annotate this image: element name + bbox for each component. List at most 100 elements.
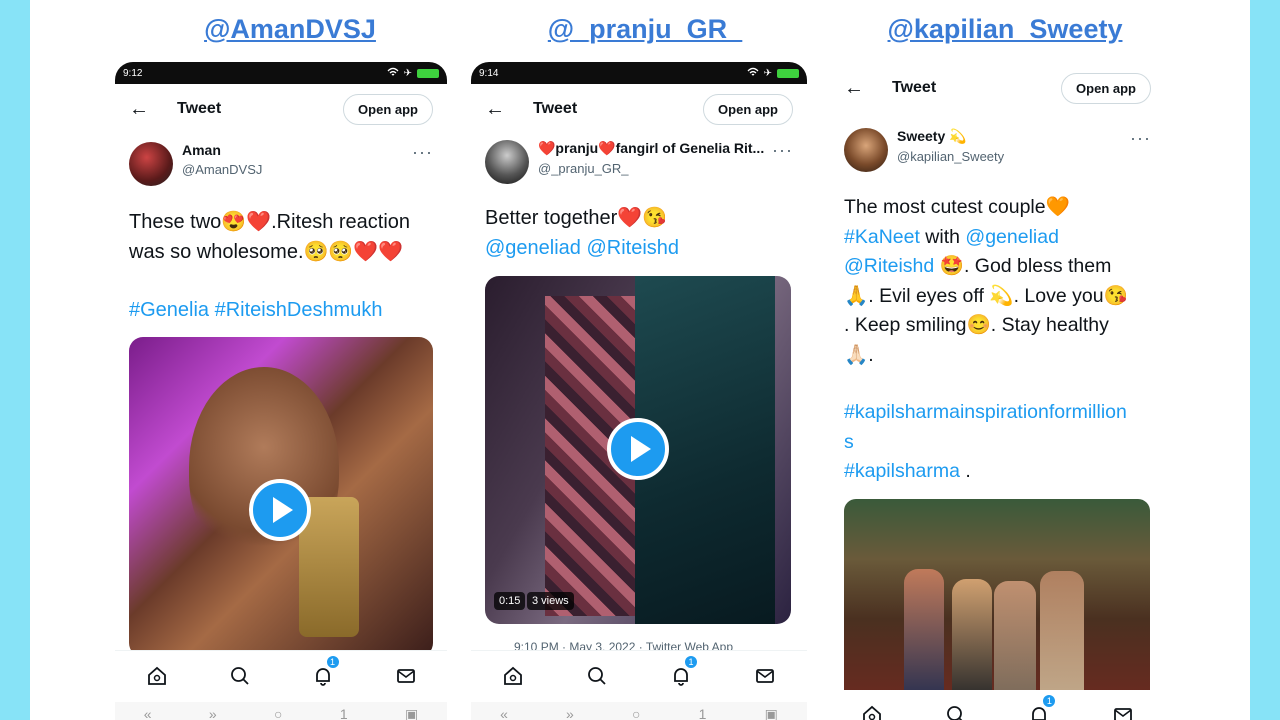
tweet-text-line: The most cutest couple🧡 bbox=[844, 196, 1070, 218]
tab-count[interactable]: 1 bbox=[699, 706, 707, 720]
play-icon[interactable] bbox=[249, 479, 311, 541]
tweet-text-line: 🙏. Evil eyes off 💫. Love you😘 bbox=[844, 284, 1128, 307]
status-icons: ✈ bbox=[747, 67, 799, 80]
column-header-aman: @AmanDVSJ bbox=[204, 14, 376, 44]
photo-person bbox=[1040, 571, 1084, 699]
wifi-icon bbox=[747, 67, 759, 80]
bell-icon[interactable]: 1 bbox=[666, 654, 698, 691]
profile-thumb-icon[interactable]: ▣ bbox=[765, 706, 778, 720]
collage-canvas: @AmanDVSJ @_pranju_GR_ @kapilian_Sweety … bbox=[30, 0, 1250, 720]
notification-badge: 1 bbox=[1042, 694, 1057, 708]
photo-person bbox=[952, 579, 992, 699]
tweet-text-line: Better together❤️😘 bbox=[485, 207, 668, 229]
video-thumbnail[interactable] bbox=[129, 337, 433, 657]
back-arrow-icon[interactable]: ← bbox=[129, 98, 163, 121]
status-bar: 9:12 ✈ bbox=[115, 62, 447, 84]
tweet-topbar: ← Tweet Open app bbox=[471, 85, 807, 133]
forward-icon[interactable]: » bbox=[566, 706, 574, 720]
forward-icon[interactable]: » bbox=[209, 706, 217, 720]
author-name[interactable]: Aman bbox=[182, 142, 412, 158]
hashtags[interactable]: #Genelia #RiteishDeshmukh bbox=[129, 295, 433, 325]
mention-geneliad[interactable]: @geneliad bbox=[965, 226, 1059, 248]
hashtag-kaneet[interactable]: #KaNeet bbox=[844, 226, 920, 248]
tweet-topbar: ← Tweet Open app bbox=[830, 64, 1165, 112]
tweet-text: The most cutest couple🧡 #KaNeet with @ge… bbox=[844, 193, 1151, 487]
photo-person bbox=[904, 569, 944, 699]
refresh-icon[interactable]: ○ bbox=[632, 706, 640, 720]
mention-riteishd[interactable]: @Riteishd bbox=[844, 255, 934, 277]
tweet-topbar: ← Tweet Open app bbox=[115, 85, 447, 133]
column-header-sweety: @kapilian_Sweety bbox=[887, 14, 1123, 44]
home-icon[interactable] bbox=[498, 661, 528, 691]
phone-screen-pranju: 9:14 ✈ ← Tweet Open app ❤️pranju❤️fangir… bbox=[471, 62, 807, 720]
hashtag-kapilsharma[interactable]: #kapilsharma bbox=[844, 460, 960, 482]
more-icon[interactable]: ··· bbox=[772, 140, 793, 184]
column-header-pranju: @_pranju_GR_ bbox=[547, 14, 743, 44]
photo-attachment[interactable] bbox=[844, 499, 1150, 699]
avatar[interactable] bbox=[129, 142, 173, 186]
phone-screen-aman: 9:12 ✈ ← Tweet Open app Aman @AmanDVSJ ·… bbox=[115, 62, 447, 720]
author-handle[interactable]: @_pranju_GR_ bbox=[538, 161, 772, 176]
video-thumbnail[interactable]: 0:15 3 views bbox=[485, 276, 791, 624]
author-handle[interactable]: @kapilian_Sweety bbox=[897, 149, 1130, 164]
hashtag-kapilsharma-inspiration[interactable]: #kapilsharmainspirationformillion bbox=[844, 398, 1151, 428]
avatar[interactable] bbox=[485, 140, 529, 184]
author-handle[interactable]: @AmanDVSJ bbox=[182, 162, 412, 177]
tweet-text: These two😍❤️.Ritesh reaction was so whol… bbox=[129, 207, 433, 325]
bottom-nav: 1 bbox=[115, 650, 447, 700]
hashtag-kapilsharma-inspiration-tail[interactable]: s bbox=[844, 428, 1151, 458]
mentions[interactable]: @geneliad @Riteishd bbox=[485, 233, 793, 263]
open-app-button[interactable]: Open app bbox=[703, 93, 793, 125]
system-nav: « » ○ 1 ▣ bbox=[115, 702, 447, 720]
status-icons: ✈ bbox=[387, 67, 439, 80]
status-bar: 9:14 ✈ bbox=[471, 62, 807, 84]
topbar-title: Tweet bbox=[892, 79, 937, 96]
refresh-icon[interactable]: ○ bbox=[274, 706, 282, 720]
more-icon[interactable]: ··· bbox=[1130, 128, 1151, 172]
mail-icon[interactable] bbox=[1108, 700, 1138, 720]
tweet-text-line: . Keep smiling😊. Stay healthy bbox=[844, 314, 1109, 336]
topbar-title: Tweet bbox=[533, 100, 578, 117]
search-icon[interactable] bbox=[225, 661, 255, 691]
notification-badge: 1 bbox=[684, 654, 698, 669]
home-icon[interactable] bbox=[142, 661, 172, 691]
tweet-author: ❤️pranju❤️fangirl of Genelia Rit... @_pr… bbox=[485, 140, 793, 184]
airplane-icon: ✈ bbox=[763, 67, 772, 79]
author-name[interactable]: Sweety 💫 bbox=[897, 128, 1130, 145]
rewind-icon[interactable]: « bbox=[500, 706, 508, 720]
tweet-text-line: #KaNeet with @geneliad bbox=[844, 223, 1151, 253]
tweet-text-line: @Riteishd 🤩. God bless them bbox=[844, 252, 1151, 282]
status-time: 9:14 bbox=[479, 67, 499, 79]
search-icon[interactable] bbox=[582, 661, 612, 691]
back-arrow-icon[interactable]: ← bbox=[844, 77, 878, 100]
video-duration: 0:15 bbox=[494, 592, 526, 610]
rewind-icon[interactable]: « bbox=[144, 706, 152, 720]
topbar-title: Tweet bbox=[177, 100, 222, 117]
tweet-text-line: was so wholesome.🥺🥺❤️❤️ bbox=[129, 241, 404, 263]
tweet-author: Aman @AmanDVSJ ··· bbox=[129, 142, 433, 186]
bottom-nav: 1 bbox=[471, 650, 807, 700]
profile-thumb-icon[interactable]: ▣ bbox=[405, 706, 418, 720]
search-icon[interactable] bbox=[941, 700, 971, 720]
more-icon[interactable]: ··· bbox=[412, 142, 433, 186]
avatar[interactable] bbox=[844, 128, 888, 172]
author-name[interactable]: ❤️pranju❤️fangirl of Genelia Rit... bbox=[538, 140, 772, 157]
phone-screen-sweety: ← Tweet Open app Sweety 💫 @kapilian_Swee… bbox=[830, 62, 1165, 720]
play-icon[interactable] bbox=[607, 418, 669, 480]
open-app-button[interactable]: Open app bbox=[343, 93, 433, 125]
tab-count[interactable]: 1 bbox=[340, 706, 348, 720]
bottom-nav: 1 bbox=[830, 690, 1165, 720]
system-nav: « » ○ 1 ▣ bbox=[471, 702, 807, 720]
tweet-text: Better together❤️😘 @geneliad @Riteishd bbox=[485, 203, 793, 263]
open-app-button[interactable]: Open app bbox=[1061, 72, 1151, 104]
back-arrow-icon[interactable]: ← bbox=[485, 98, 519, 121]
tweet-author: Sweety 💫 @kapilian_Sweety ··· bbox=[844, 128, 1151, 172]
tweet-text-fragment: with bbox=[919, 225, 966, 248]
wifi-icon bbox=[387, 67, 399, 80]
mail-icon[interactable] bbox=[391, 661, 421, 691]
home-icon[interactable] bbox=[857, 700, 887, 720]
bell-icon[interactable]: 1 bbox=[308, 654, 340, 691]
tweet-text-line: #kapilsharma . bbox=[844, 457, 1151, 487]
mail-icon[interactable] bbox=[750, 661, 780, 691]
bell-icon[interactable]: 1 bbox=[1024, 694, 1057, 720]
